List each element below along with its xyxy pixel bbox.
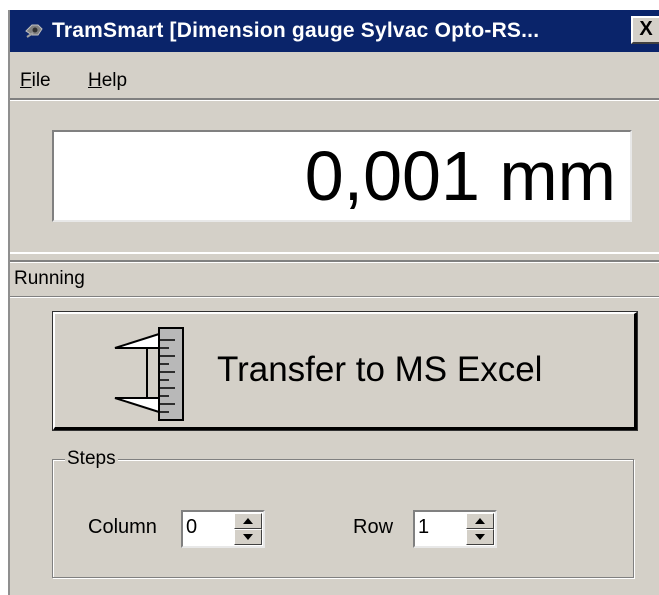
steps-group: Steps Column 0 Row 1 <box>52 448 634 578</box>
column-label: Column <box>88 516 157 538</box>
arrow-up-icon <box>243 518 253 524</box>
window-title: TramSmart [Dimension gauge Sylvac Opto-R… <box>52 19 540 42</box>
menu-file-label: ile <box>31 70 51 91</box>
column-value[interactable]: 0 <box>186 516 197 539</box>
column-stepper[interactable]: 0 <box>181 510 265 548</box>
row-stepper[interactable]: 1 <box>413 510 497 548</box>
gauge-app-icon <box>25 24 43 38</box>
close-icon: X <box>639 18 653 40</box>
row-spin-buttons <box>466 513 494 545</box>
divider <box>10 260 659 263</box>
row-increment-button[interactable] <box>466 513 494 529</box>
steps-legend: Steps <box>65 448 118 470</box>
arrow-down-icon <box>475 534 485 540</box>
row-decrement-button[interactable] <box>466 529 494 545</box>
transfer-button-label: Transfer to MS Excel <box>217 350 543 389</box>
arrow-up-icon <box>475 518 485 524</box>
app-window: TramSmart [Dimension gauge Sylvac Opto-R… <box>8 10 659 595</box>
menu-help-label: elp <box>101 70 128 91</box>
row-value[interactable]: 1 <box>418 516 429 539</box>
menu-bar: File Help <box>10 54 659 92</box>
column-spin-buttons <box>234 513 262 545</box>
menu-help-mnemonic: H <box>88 70 102 91</box>
divider <box>10 296 659 298</box>
close-button[interactable]: X <box>631 16 659 44</box>
status-text: Running <box>14 268 85 289</box>
title-bar[interactable]: TramSmart [Dimension gauge Sylvac Opto-R… <box>10 10 659 52</box>
menu-file-mnemonic: F <box>20 70 32 91</box>
column-decrement-button[interactable] <box>234 529 262 545</box>
measurement-value: 0,001 mm <box>304 137 616 215</box>
measurement-panel: 0,001 mm <box>10 98 659 254</box>
column-increment-button[interactable] <box>234 513 262 529</box>
row-label: Row <box>353 516 394 538</box>
transfer-to-excel-button[interactable]: Transfer to MS Excel <box>53 312 637 430</box>
measurement-display: 0,001 mm <box>52 130 632 222</box>
caliper-icon <box>114 327 184 421</box>
arrow-down-icon <box>243 534 253 540</box>
menu-help[interactable]: Help <box>88 70 127 92</box>
menu-file[interactable]: File <box>20 70 51 92</box>
